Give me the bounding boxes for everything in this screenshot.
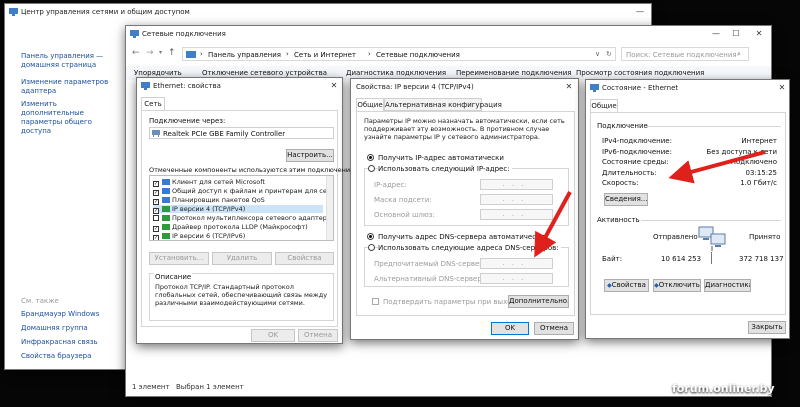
red-arrow-dns [534, 191, 572, 258]
watermark-text: forum.onliner.by [672, 382, 775, 395]
red-arrow-duration [668, 150, 766, 184]
annotation-arrows [534, 150, 766, 258]
